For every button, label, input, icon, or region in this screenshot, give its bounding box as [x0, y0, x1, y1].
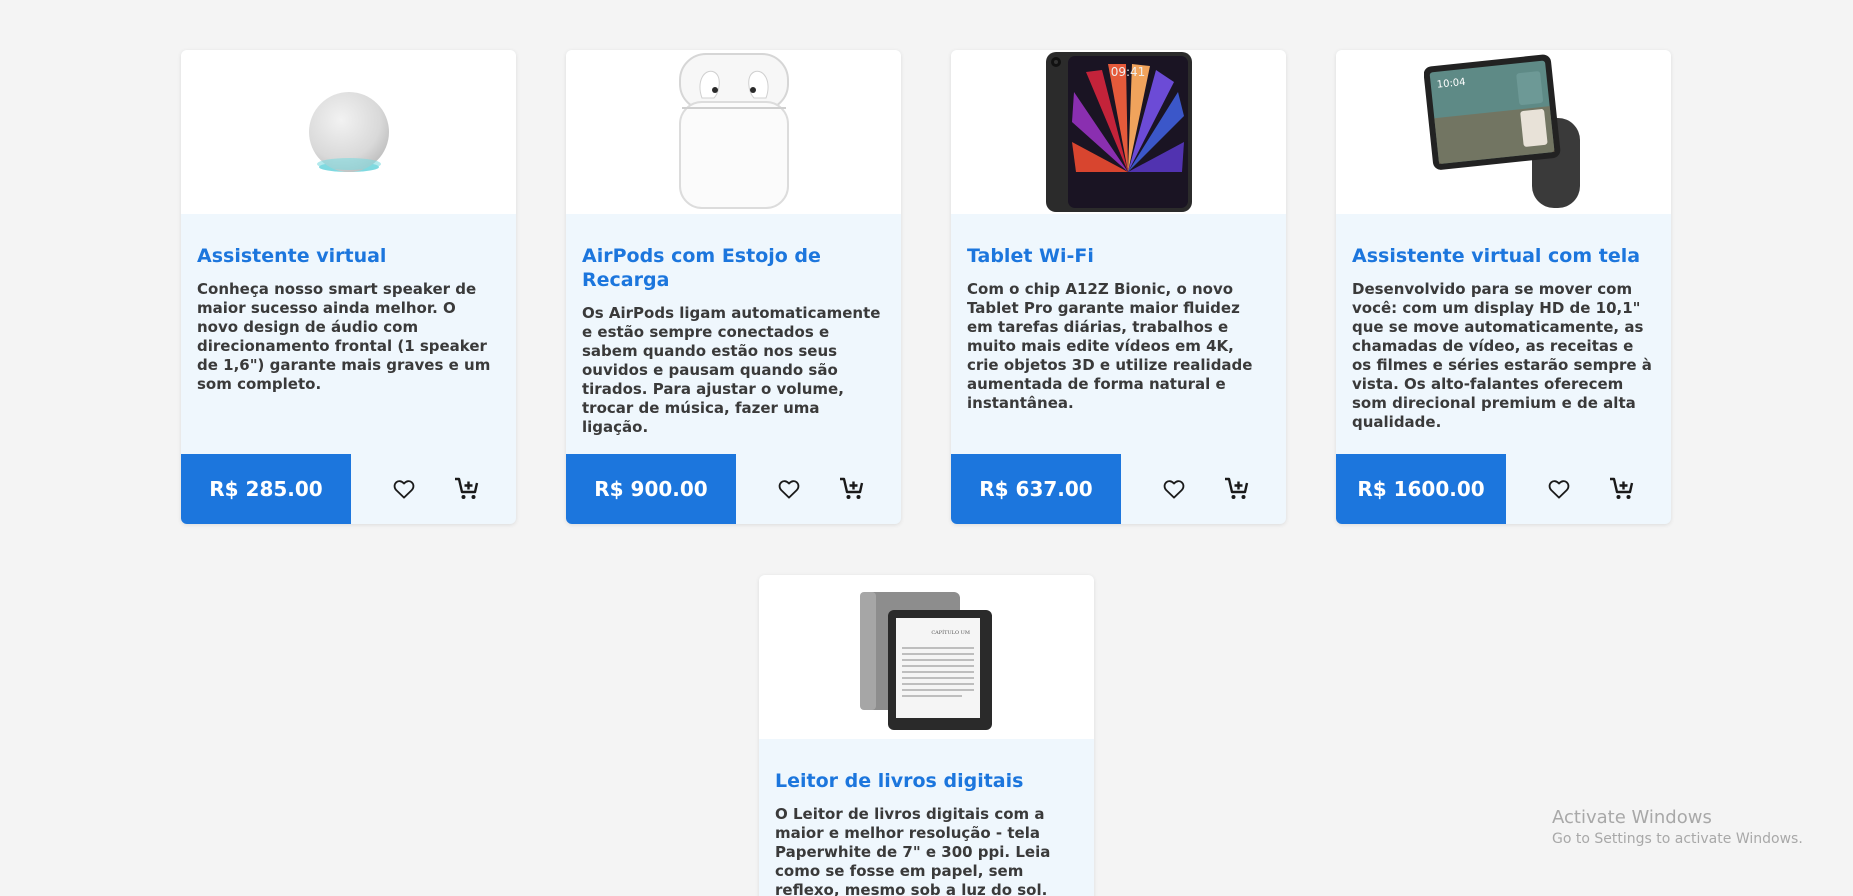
- product-image: [181, 50, 516, 214]
- product-description: Os AirPods ligam automaticamente e estão…: [582, 304, 881, 436]
- cart-add-icon[interactable]: [837, 474, 867, 504]
- cart-add-icon[interactable]: [1607, 474, 1637, 504]
- product-title: Assistente virtual: [197, 245, 387, 267]
- product-image: 09:41: [951, 50, 1286, 214]
- cart-add-icon[interactable]: [452, 474, 482, 504]
- heart-outline-icon[interactable]: [774, 474, 804, 504]
- product-card: Assistente virtual Conheça nosso smart s…: [181, 50, 516, 524]
- heart-outline-icon[interactable]: [389, 474, 419, 504]
- watermark-subtitle: Go to Settings to activate Windows.: [1552, 831, 1803, 847]
- windows-activation-watermark: Activate Windows Go to Settings to activ…: [1552, 806, 1803, 848]
- product-description: Com o chip A12Z Bionic, o novo Tablet Pr…: [967, 280, 1253, 412]
- price-button[interactable]: R$ 1600.00: [1336, 454, 1506, 524]
- product-image: [566, 50, 901, 214]
- product-description: Desenvolvido para se mover com você: com…: [1352, 280, 1652, 431]
- product-card: CAPÍTULO UM Leitor de livros digitais O …: [759, 575, 1094, 896]
- product-title: AirPods com Estojo de Recarga: [582, 245, 821, 291]
- product-description: O Leitor de livros digitais com a maior …: [775, 805, 1051, 896]
- price-button[interactable]: R$ 900.00: [566, 454, 736, 524]
- tablet-image: 09:41: [1045, 52, 1192, 212]
- product-card: 09:41 Tablet Wi-Fi Com o chip A12Z Bioni…: [951, 50, 1286, 524]
- airpods-image: [678, 53, 789, 209]
- price-button[interactable]: R$ 637.00: [951, 454, 1121, 524]
- product-description: Conheça nosso smart speaker de maior suc…: [197, 280, 491, 393]
- product-title: Leitor de livros digitais: [775, 770, 1024, 792]
- cart-add-icon[interactable]: [1222, 474, 1252, 504]
- smart-display-image: 10:04: [1423, 54, 1580, 208]
- product-title: Assistente virtual com tela: [1352, 245, 1641, 267]
- tablet-clock-text: 09:41: [1110, 65, 1145, 79]
- heart-outline-icon[interactable]: [1159, 474, 1189, 504]
- watermark-title: Activate Windows: [1552, 807, 1712, 828]
- product-image: CAPÍTULO UM: [759, 575, 1094, 739]
- product-image: 10:04: [1336, 50, 1671, 214]
- product-card: 10:04 Assistente virtual com tela Desenv…: [1336, 50, 1671, 524]
- ereader-image: CAPÍTULO UM: [859, 592, 992, 730]
- product-card: AirPods com Estojo de Recarga Os AirPods…: [566, 50, 901, 524]
- ereader-chapter-text: CAPÍTULO UM: [931, 629, 970, 636]
- heart-outline-icon[interactable]: [1544, 474, 1574, 504]
- price-button[interactable]: R$ 285.00: [181, 454, 351, 524]
- product-title: Tablet Wi-Fi: [967, 245, 1094, 267]
- smart-speaker-image: [308, 92, 389, 172]
